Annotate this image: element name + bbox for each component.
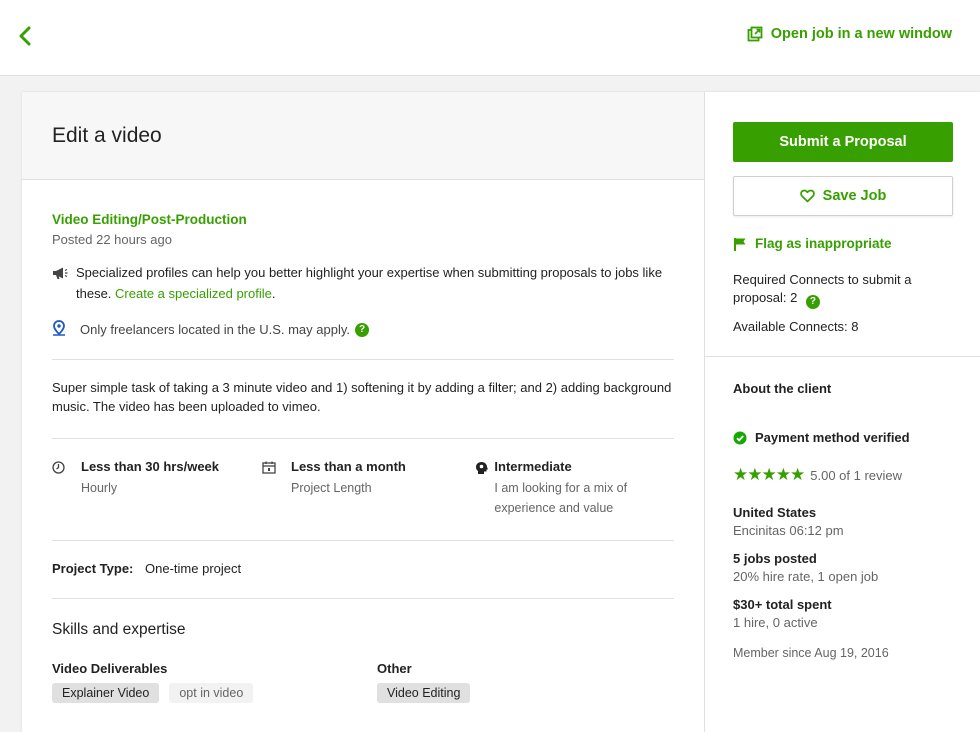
about-client-heading: About the client xyxy=(733,381,832,396)
client-spend: $30+ total spent 1 hire, 0 active xyxy=(733,597,952,630)
save-job-button[interactable]: Save Job xyxy=(733,176,953,216)
client-total-spent: $30+ total spent xyxy=(733,597,832,612)
client-hires: 1 hire, 0 active xyxy=(733,615,818,630)
client-location: United States Encinitas 06:12 pm xyxy=(733,505,952,538)
check-circle-icon xyxy=(733,431,747,444)
duration-sub: Project Length xyxy=(291,481,372,495)
member-since: Member since Aug 19, 2016 xyxy=(733,646,889,660)
skill-group: Video Deliverables Explainer Video opt in… xyxy=(52,661,377,703)
job-sidebar: Submit a Proposal Save Job Flag as inapp… xyxy=(704,92,980,732)
help-icon[interactable]: ? xyxy=(355,322,369,337)
job-panel: Edit a video Video Editing/Post-Producti… xyxy=(22,92,980,732)
project-type-label: Project Type: xyxy=(52,561,134,576)
client-hire-rate: 20% hire rate, 1 open job xyxy=(733,569,879,584)
client-jobs: 5 jobs posted 20% hire rate, 1 open job xyxy=(733,551,952,584)
chevron-left-icon xyxy=(19,26,31,46)
clock-icon xyxy=(52,461,65,474)
job-main: Edit a video Video Editing/Post-Producti… xyxy=(22,92,704,732)
posted-time: Posted 22 hours ago xyxy=(52,232,172,247)
help-icon[interactable]: ? xyxy=(805,295,820,309)
job-header: Edit a video xyxy=(22,92,704,180)
back-button[interactable] xyxy=(14,24,38,48)
star-icon: ★ xyxy=(790,465,805,484)
divider xyxy=(52,598,674,599)
project-type-value: One-time project xyxy=(145,561,242,576)
submit-proposal-button[interactable]: Submit a Proposal xyxy=(733,122,953,162)
job-facts: Less than 30 hrs/week Hourly Less than a… xyxy=(52,439,674,540)
client-rating: ★★★★★ 5.00 of 1 review xyxy=(733,465,952,485)
external-window-icon xyxy=(747,26,763,42)
star-icon: ★ xyxy=(761,465,777,484)
save-job-label: Save Job xyxy=(822,188,887,204)
skills-section: Video Deliverables Explainer Video opt in… xyxy=(52,661,674,703)
star-rating: ★★★★★ xyxy=(733,465,805,485)
required-connects: Required Connects to submit a proposal: … xyxy=(733,271,952,309)
specialized-profile-note: Specialized profiles can help you better… xyxy=(52,262,674,304)
available-connects: Available Connects: 8 xyxy=(733,319,859,334)
workload-title: Less than 30 hrs/week xyxy=(81,459,220,474)
star-icon: ★ xyxy=(775,465,791,484)
client-jobs-posted: 5 jobs posted xyxy=(733,551,817,566)
calendar-icon xyxy=(262,461,276,474)
open-in-new-window-link[interactable]: Open job in a new window xyxy=(747,26,952,42)
required-connects-text: Required Connects to submit a proposal: … xyxy=(733,272,912,305)
location-restriction-text: Only freelancers located in the U.S. may… xyxy=(80,322,350,337)
flag-inappropriate-label: Flag as inappropriate xyxy=(755,236,892,251)
megaphone-icon xyxy=(53,267,68,279)
about-client-panel: About the client Payment method verified… xyxy=(705,357,980,684)
skill-group: Other Video Editing xyxy=(377,661,480,703)
client-country: United States xyxy=(733,505,817,520)
rating-text: 5.00 of 1 review xyxy=(810,467,903,483)
head-brain-icon xyxy=(476,462,488,474)
open-in-new-window-label: Open job in a new window xyxy=(770,26,952,42)
skills-heading: Skills and expertise xyxy=(52,621,186,638)
star-icon: ★ xyxy=(747,465,762,484)
skill-chip[interactable]: Explainer Video xyxy=(52,683,160,703)
create-specialized-profile-link[interactable]: Create a specialized profile xyxy=(115,286,272,301)
payment-verified-text: Payment method verified xyxy=(755,430,910,445)
top-bar: Open job in a new window xyxy=(0,0,980,76)
experience-sub: I am looking for a mix of experience and… xyxy=(494,481,628,515)
duration-fact: Less than a month Project Length xyxy=(262,459,475,518)
flag-inappropriate-link[interactable]: Flag as inappropriate xyxy=(733,236,952,251)
location-pin-icon xyxy=(53,320,65,336)
project-type: Project Type: One-time project xyxy=(52,541,674,598)
workload-fact: Less than 30 hrs/week Hourly xyxy=(52,459,262,518)
workload-sub: Hourly xyxy=(81,481,118,495)
skill-group-heading: Video Deliverables xyxy=(52,661,168,676)
skill-group-heading: Other xyxy=(377,661,412,676)
job-description: Super simple task of taking a 3 minute v… xyxy=(52,380,672,414)
job-title: Edit a video xyxy=(52,124,162,147)
payment-verified: Payment method verified xyxy=(733,430,952,445)
flag-icon xyxy=(734,237,746,251)
job-category-link[interactable]: Video Editing/Post-Production xyxy=(52,212,674,227)
skill-chip[interactable]: Video Editing xyxy=(377,683,471,703)
client-city-time: Encinitas 06:12 pm xyxy=(733,523,844,538)
duration-title: Less than a month xyxy=(291,459,406,474)
experience-title: Intermediate xyxy=(494,459,572,474)
location-restriction: Only freelancers located in the U.S. may… xyxy=(52,320,674,339)
experience-fact: Intermediate I am looking for a mix of e… xyxy=(475,459,665,518)
actions-panel: Submit a Proposal Save Job Flag as inapp… xyxy=(705,92,980,357)
skill-chip[interactable]: opt in video xyxy=(169,683,254,703)
star-icon: ★ xyxy=(733,465,748,484)
heart-icon xyxy=(799,189,815,203)
